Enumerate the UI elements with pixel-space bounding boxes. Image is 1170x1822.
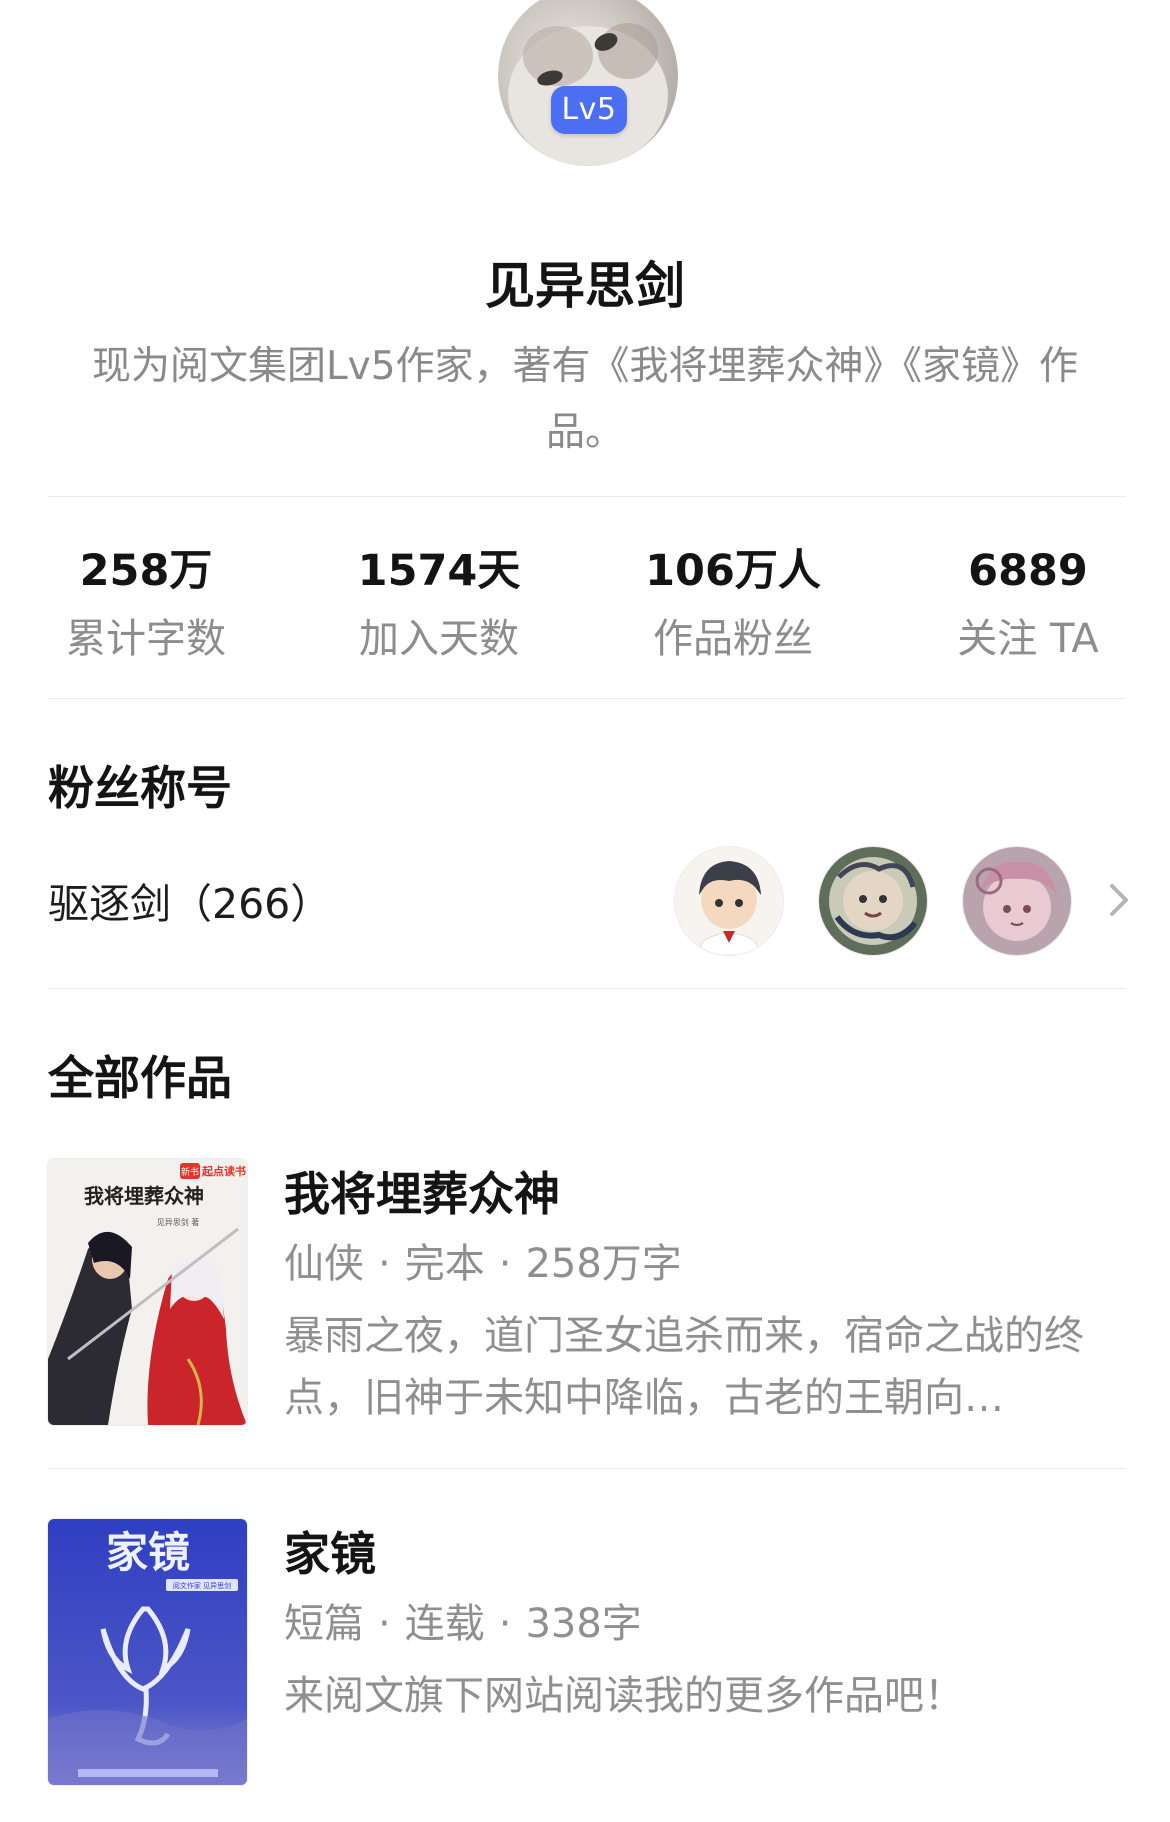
divider: [48, 988, 1126, 989]
cover-subtitle: 阅文作家 见异思剑: [173, 1581, 231, 1590]
stat-join-days[interactable]: 1574天 加入天数: [304, 536, 574, 672]
fan-title-name: 驱逐剑（266）: [48, 880, 332, 928]
stat-label: 累计字数: [66, 616, 226, 662]
cat-avatar-image: [498, 0, 678, 166]
author-bio: 现为阅文集团Lv5作家，著有《我将埋葬众神》《家镜》作品。: [91, 344, 1079, 455]
works-section-title: 全部作品: [48, 1051, 232, 1105]
cover-title: 我将埋葬众神: [84, 1184, 204, 1208]
work-genre: 仙侠: [284, 1241, 364, 1287]
stat-following[interactable]: 6889 关注 TA: [893, 536, 1163, 672]
stat-label: 作品粉丝: [653, 616, 813, 662]
stat-label: 加入天数: [359, 616, 519, 662]
author-avatar[interactable]: Lv5: [498, 0, 678, 166]
divider: [48, 496, 1126, 497]
work-status: 连载: [404, 1601, 485, 1647]
cover-publisher: 起点读书: [201, 1164, 246, 1178]
stats-bar: 258万 累计字数 1574天 加入天数 106万人 作品粉丝 6889 关注 …: [0, 536, 1170, 686]
cover-author: 见异思剑 著: [157, 1217, 200, 1227]
work-status: 完本: [404, 1241, 485, 1287]
book-cover-2[interactable]: 家镜 阅文作家 见异思剑: [48, 1519, 247, 1785]
separator-dot: ·: [498, 1601, 512, 1647]
stat-label: 关注 TA: [957, 616, 1099, 662]
divider: [48, 1468, 1126, 1469]
work-meta: 仙侠 · 完本 · 258万字: [284, 1233, 1144, 1295]
fan-avatar-boy: [674, 846, 784, 956]
work-item-1[interactable]: 新书 起点读书 我将埋葬众神 见异思剑 著 我将埋葬众神 仙侠 · 完本 · 258万字…: [48, 1159, 1128, 1429]
work-description: 来阅文旗下网站阅读我的更多作品吧！: [284, 1673, 964, 1719]
stat-fans[interactable]: 106万人 作品粉丝: [598, 536, 868, 672]
stat-value: 258万: [79, 546, 213, 596]
stat-value: 106万人: [645, 546, 821, 596]
work-meta: 短篇 · 连载 · 338字: [284, 1593, 1144, 1655]
stat-total-words[interactable]: 258万 累计字数: [11, 536, 281, 672]
separator-dot: ·: [378, 1241, 391, 1287]
book-cover-1[interactable]: 新书 起点读书 我将埋葬众神 见异思剑 著: [48, 1159, 247, 1425]
work-word-count: 338字: [525, 1601, 642, 1647]
separator-dot: ·: [498, 1241, 512, 1287]
work-item-2[interactable]: 家镜 阅文作家 见异思剑 家镜 短篇 · 连载 · 338字 来阅文旗下网站阅读我的更多…: [48, 1519, 1128, 1789]
fan-avatar-lion: [818, 846, 928, 956]
cover-title: 家镜: [106, 1528, 190, 1577]
fan-section-title: 粉丝称号: [48, 761, 232, 815]
stat-value: 1574天: [357, 546, 521, 596]
work-word-count: 258万字: [525, 1241, 682, 1287]
author-profile-page: Lv5 见异思剑 现为阅文集团Lv5作家，著有《我将埋葬众神》《家镜》作品。 2…: [0, 0, 1170, 1822]
work-title: 我将埋葬众神: [284, 1167, 560, 1221]
work-description: 暴雨之夜，道门圣女追杀而来，宿命之战的终点，旧神于未知中降临，古老的王朝向…: [284, 1313, 1084, 1421]
divider: [48, 698, 1126, 699]
separator-dot: ·: [378, 1601, 391, 1647]
level-badge: Lv5: [551, 86, 627, 134]
fan-title-row[interactable]: 驱逐剑（266）: [0, 840, 1170, 960]
work-info: 家镜 短篇 · 连载 · 338字 来阅文旗下网站阅读我的更多作品吧！: [284, 1519, 1144, 1727]
cover-publisher-tag: 新书: [181, 1166, 199, 1178]
work-title: 家镜: [284, 1527, 376, 1581]
chevron-right-icon[interactable]: [1100, 876, 1140, 924]
work-info: 我将埋葬众神 仙侠 · 完本 · 258万字 暴雨之夜，道门圣女追杀而来，宿命之战的终点…: [284, 1159, 1144, 1429]
stat-value: 6889: [968, 546, 1088, 596]
author-name: 见异思剑: [485, 257, 685, 315]
fan-avatar-pink: [962, 846, 1072, 956]
work-genre: 短篇: [284, 1601, 364, 1647]
